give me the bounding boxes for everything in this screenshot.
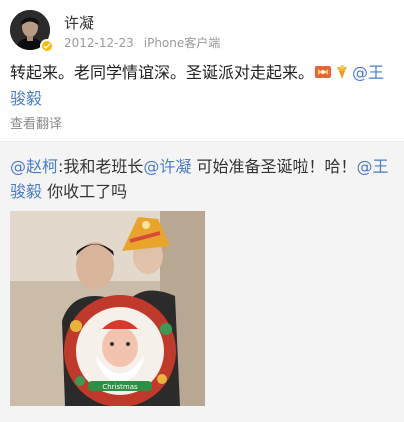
photo-caption: Christmas	[102, 383, 138, 391]
verified-badge-icon	[40, 39, 54, 53]
ribbon-emoji-icon	[315, 66, 332, 78]
repost-text-part2: 可始准备圣诞啦！哈！	[191, 157, 357, 176]
repost-text: @赵柯:我和老班长@许凝 可始准备圣诞啦！哈！@王骏毅 你收工了吗	[10, 154, 394, 204]
repost-text-part1: :我和老班长	[58, 157, 144, 176]
post-body: 转起来。老同学情谊深。圣诞派对走起来。	[10, 63, 315, 82]
post-text: 转起来。老同学情谊深。圣诞派对走起来。 @王骏毅	[10, 60, 394, 112]
mention-link-zhaoke[interactable]: @赵柯	[10, 157, 58, 176]
post-header: 许凝 2012-12-23 iPhone客户端	[10, 10, 394, 54]
post-date: 2012-12-23	[64, 36, 134, 50]
translate-link[interactable]: 查看翻译	[10, 113, 62, 132]
mention-link-xuning[interactable]: @许凝	[143, 157, 191, 176]
author-name[interactable]: 许凝	[64, 12, 94, 33]
repost-photo[interactable]: Christmas	[10, 211, 205, 406]
post-source: iPhone客户端	[143, 36, 221, 50]
repost-text-part3: 你收工了吗	[42, 182, 128, 201]
repost-card[interactable]: @赵柯:我和老班长@许凝 可始准备圣诞啦！哈！@王骏毅 你收工了吗 Christ…	[0, 141, 404, 422]
bell-emoji-icon	[337, 65, 348, 79]
post-meta: 2012-12-23 iPhone客户端	[64, 34, 220, 51]
